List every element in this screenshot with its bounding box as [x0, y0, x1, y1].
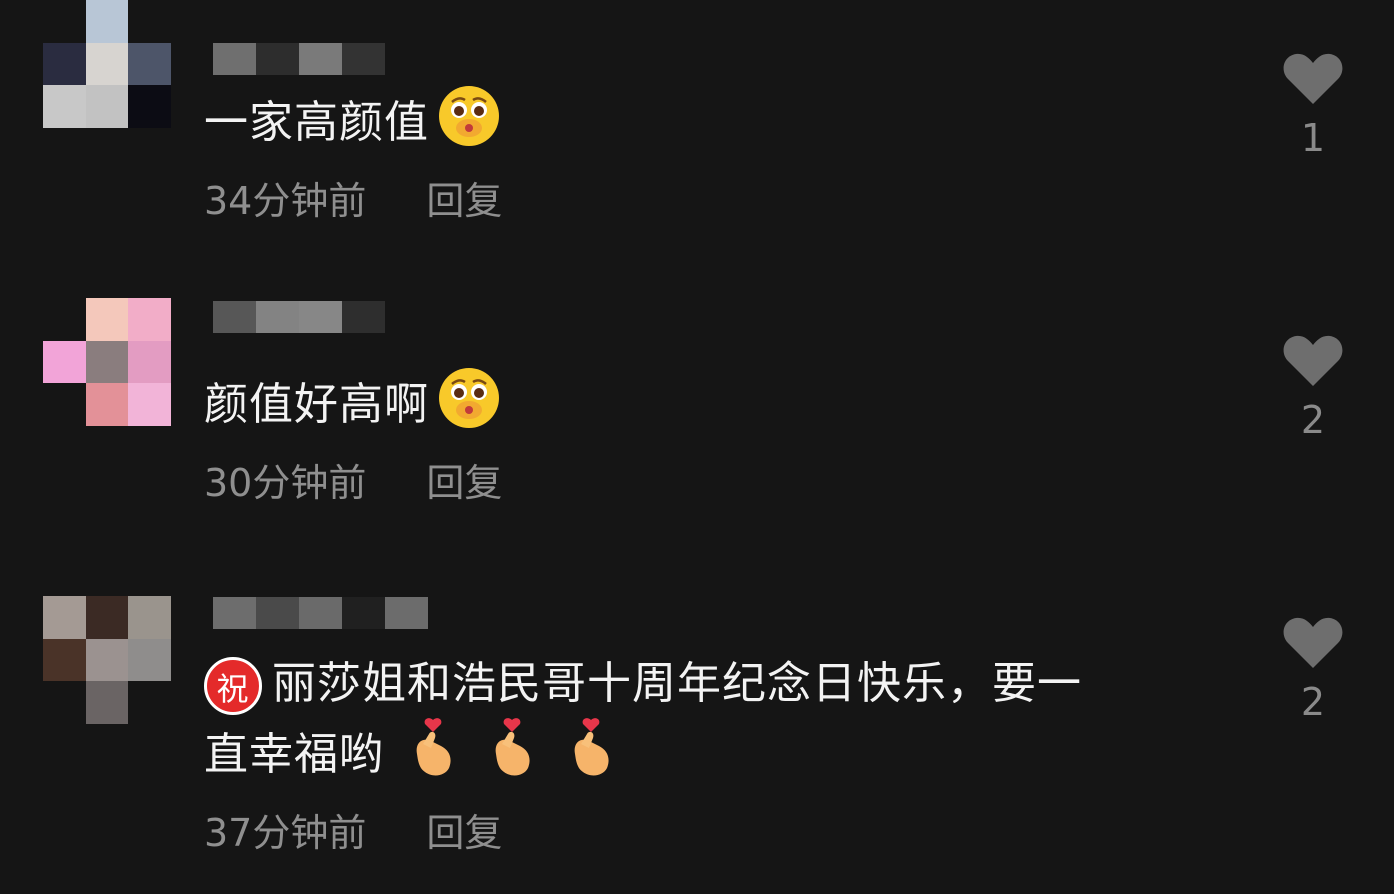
- comment-meta: 37分钟前 回复: [204, 802, 502, 857]
- comment-text: 颜值好高啊: [204, 366, 501, 448]
- username-pixel: [385, 597, 428, 629]
- username-pixel: [213, 597, 256, 629]
- comment-time: 30分钟前: [204, 461, 367, 505]
- avatar-pixel: [128, 638, 171, 682]
- comment-meta: 30分钟前 回复: [204, 452, 502, 507]
- like-button[interactable]: 2: [1278, 332, 1348, 442]
- username-pixel: [299, 43, 342, 75]
- finger-heart-icon: [407, 716, 463, 798]
- heart-icon[interactable]: [1282, 335, 1344, 392]
- avatar-pixel: [128, 85, 171, 128]
- username-pixel: [342, 597, 385, 629]
- comment-text-content: 丽莎姐和浩民哥十周年纪念日快乐，要一: [272, 658, 1082, 709]
- username-pixel: [213, 301, 256, 333]
- comment-time: 34分钟前: [204, 179, 367, 223]
- avatar-pixel: [43, 681, 86, 724]
- comment-text-content-2: 直幸福哟: [204, 729, 384, 780]
- avatar-pixel: [128, 681, 171, 724]
- avatar-pixel: [43, 85, 86, 128]
- avatar-pixel: [43, 0, 86, 43]
- avatar-pixel: [128, 298, 171, 341]
- avatar-pixel: [43, 340, 86, 384]
- finger-heart-icon: [565, 716, 621, 798]
- avatar-pixel: [85, 681, 129, 724]
- avatar[interactable]: [43, 596, 171, 724]
- avatar-pixel: [85, 340, 129, 384]
- avatar[interactable]: [43, 0, 171, 128]
- finger-heart-icon: [486, 716, 542, 798]
- avatar-pixel: [43, 383, 86, 426]
- username-pixel: [256, 597, 299, 629]
- face-hand-over-mouth-icon: [437, 84, 501, 166]
- like-button[interactable]: 2: [1278, 614, 1348, 724]
- heart-icon[interactable]: [1282, 53, 1344, 110]
- avatar-pixel: [43, 42, 86, 86]
- avatar-pixel: [85, 0, 129, 43]
- comment-text: 祝丽莎姐和浩民哥十周年纪念日快乐，要一: [204, 652, 1082, 716]
- username-pixel: [213, 43, 256, 75]
- avatar-pixel: [85, 596, 129, 639]
- celebrate-badge-icon: 祝: [204, 657, 262, 715]
- reply-button[interactable]: 回复: [426, 170, 502, 225]
- username-pixel: [299, 597, 342, 629]
- username-pixel: [342, 43, 385, 75]
- avatar-pixel: [43, 596, 86, 639]
- avatar-pixel: [43, 298, 86, 341]
- avatar-pixel: [128, 383, 171, 426]
- reply-button[interactable]: 回复: [426, 452, 502, 507]
- like-count: 1: [1300, 116, 1326, 160]
- avatar-pixel: [85, 85, 129, 128]
- comment-text: 一家高颜值: [204, 84, 501, 166]
- username-pixel: [256, 43, 299, 75]
- username-pixel: [342, 301, 385, 333]
- like-count: 2: [1300, 680, 1326, 724]
- avatar[interactable]: [43, 298, 171, 426]
- avatar-pixel: [85, 638, 129, 682]
- avatar-pixel: [85, 42, 129, 86]
- avatar-pixel: [128, 340, 171, 384]
- username-blurred[interactable]: [213, 301, 385, 333]
- avatar-pixel: [128, 42, 171, 86]
- face-hand-over-mouth-icon: [437, 366, 501, 448]
- heart-icon[interactable]: [1282, 617, 1344, 674]
- like-count: 2: [1300, 398, 1326, 442]
- like-button[interactable]: 1: [1278, 50, 1348, 160]
- comment-text-content: 一家高颜值: [204, 97, 429, 148]
- username-blurred[interactable]: [213, 43, 385, 75]
- avatar-pixel: [85, 383, 129, 426]
- comment-text-content: 颜值好高啊: [204, 379, 429, 430]
- username-blurred[interactable]: [213, 597, 428, 629]
- comment-meta: 34分钟前 回复: [204, 170, 502, 225]
- reply-button[interactable]: 回复: [426, 802, 502, 857]
- avatar-pixel: [43, 638, 86, 682]
- avatar-pixel: [128, 596, 171, 639]
- comment-time: 37分钟前: [204, 811, 367, 855]
- comment-text-line2: 直幸福哟: [204, 716, 621, 798]
- username-pixel: [299, 301, 342, 333]
- avatar-pixel: [85, 298, 129, 341]
- avatar-pixel: [128, 0, 171, 43]
- username-pixel: [256, 301, 299, 333]
